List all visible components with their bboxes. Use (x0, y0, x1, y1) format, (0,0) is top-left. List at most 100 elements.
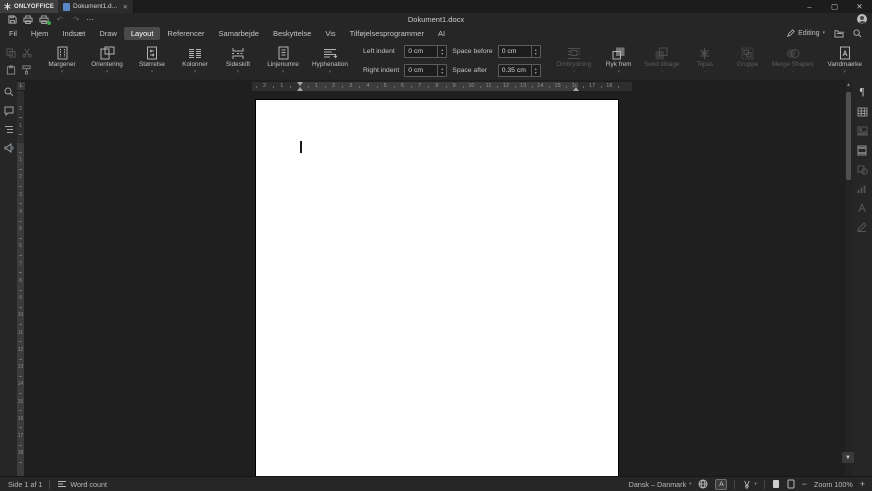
document-language-button[interactable] (698, 479, 708, 489)
chart-settings-button[interactable] (857, 184, 867, 194)
ribbon-layout: Margener ˅ Orientering ˅ Størrelse ˅ Kol… (0, 40, 872, 82)
document-page[interactable] (256, 100, 618, 476)
paragraph-settings-button[interactable]: ¶ (860, 88, 865, 98)
sidebar-search-button[interactable] (4, 87, 14, 97)
margins-button[interactable]: Margener ˅ (41, 42, 83, 80)
ruler-number: 8 (17, 278, 24, 284)
vertical-ruler[interactable]: 12345678910111213141516171821 (17, 91, 24, 476)
shape-settings-button[interactable] (857, 165, 868, 175)
spell-check-toggle[interactable]: A (715, 479, 727, 490)
orientation-button[interactable]: Orientering ˅ (84, 42, 130, 80)
fit-page-button[interactable] (772, 479, 780, 489)
menu-tab-ai[interactable]: AI (431, 27, 452, 40)
vertical-scrollbar[interactable]: ▲ ▼ (845, 80, 852, 476)
editing-mode-button[interactable]: Editing ▾ (787, 29, 825, 37)
menu-tab-draw[interactable]: Draw (92, 27, 124, 40)
sidebar-feedback-button[interactable] (4, 143, 14, 153)
sidebar-navigation-button[interactable] (4, 125, 14, 134)
header-footer-settings-button[interactable] (857, 145, 867, 156)
menu-tab-indsaet[interactable]: Indsæt (55, 27, 92, 40)
menu-tab-samarbejde[interactable]: Samarbejde (212, 27, 266, 40)
hyphenation-button[interactable]: Hyphenation ˅ (307, 42, 353, 80)
minimize-button[interactable]: – (797, 0, 822, 13)
align-button[interactable]: Tilpas ˅ (684, 42, 726, 80)
space-before-spinner[interactable]: ▴▾ (531, 46, 540, 57)
space-before-label: Space before (452, 48, 492, 55)
scrollbar-thumb[interactable] (846, 92, 851, 180)
left-indent-field[interactable]: 0 cm ▴▾ (404, 45, 447, 58)
zoom-in-button[interactable]: + (860, 480, 865, 489)
paste-icon (6, 65, 16, 75)
ruler-number: 5 (17, 226, 24, 232)
columns-button[interactable]: Kolonner ˅ (174, 42, 216, 80)
space-after-field[interactable]: 0.35 cm ▴▾ (498, 64, 541, 77)
redo-button[interactable]: ↷ (68, 14, 84, 26)
menu-tab-hjem[interactable]: Hjem (24, 27, 56, 40)
first-line-indent-marker[interactable] (297, 82, 303, 86)
merge-shapes-button[interactable]: Merge Shapes ˅ (770, 42, 816, 80)
save-button[interactable] (4, 14, 20, 26)
right-indent-field[interactable]: 0 cm ▴▾ (404, 64, 447, 77)
menu-tab-tilfojelsesprogrammer[interactable]: Tilføjelsesprogrammer (343, 27, 431, 40)
tab-close-icon[interactable]: ✕ (123, 3, 128, 11)
textart-settings-button[interactable] (857, 203, 867, 213)
right-indent-spinner[interactable]: ▴▾ (437, 65, 446, 76)
menu-tab-referencer[interactable]: Referencer (160, 27, 211, 40)
image-settings-button[interactable] (857, 126, 868, 136)
page-indicator[interactable]: Side 1 af 1 (8, 480, 42, 489)
ruler-tick (19, 324, 22, 325)
ruler-number: 9 (453, 83, 456, 89)
size-button[interactable]: Størrelse ˅ (131, 42, 173, 80)
zoom-level-label[interactable]: Zoom 100% (814, 480, 853, 489)
next-page-button[interactable]: ▼ (842, 452, 854, 463)
merge-shapes-icon (786, 47, 800, 60)
page-break-button[interactable]: Sideskift ˅ (217, 42, 259, 80)
maximize-button[interactable]: ▢ (822, 0, 847, 13)
menu-tab-layout[interactable]: Layout (124, 27, 161, 40)
format-painter-button[interactable] (19, 62, 34, 77)
left-indent-spinner[interactable]: ▴▾ (437, 46, 446, 57)
menu-tab-beskyttelse[interactable]: Beskyttelse (266, 27, 318, 40)
ruler-number: 7 (418, 83, 421, 89)
wrapping-button[interactable]: Ombrydning ˅ (551, 42, 597, 80)
word-count-button[interactable]: Word count (57, 480, 107, 489)
close-button[interactable]: ✕ (847, 0, 872, 13)
group-button[interactable]: Gruppe ˅ (727, 42, 769, 80)
left-indent-marker[interactable] (297, 87, 303, 91)
space-after-spinner[interactable]: ▴▾ (531, 65, 540, 76)
copy-button[interactable] (3, 45, 18, 60)
signature-settings-button[interactable] (857, 222, 867, 232)
document-tab[interactable]: Dokument1.d... ✕ (58, 0, 134, 13)
paste-button[interactable] (3, 62, 18, 77)
customize-toolbar-button[interactable]: ⋯ (86, 15, 95, 24)
ruler-number: 6 (401, 83, 404, 89)
menu-tab-vis[interactable]: Vis (318, 27, 342, 40)
search-button[interactable] (853, 29, 862, 38)
quick-print-button[interactable] (36, 14, 52, 26)
user-avatar[interactable] (857, 14, 867, 24)
document-canvas[interactable]: 12345678910111213141516171821 (25, 80, 845, 476)
space-before-field[interactable]: 0 cm ▴▾ (498, 45, 541, 58)
ruler-tick (19, 117, 22, 118)
language-selector[interactable]: Dansk – Danmark ▾ (629, 480, 692, 489)
send-backward-button[interactable]: Send tilbage ˅ (641, 42, 683, 80)
fit-width-button[interactable] (787, 479, 795, 489)
undo-button[interactable]: ↶ (52, 14, 68, 26)
watermark-button[interactable]: Vandmærke ˅ (822, 42, 868, 80)
app-logo[interactable]: ONLYOFFICE (0, 0, 58, 13)
vertical-ruler-column: L 12345678910111213141516171821 (17, 80, 25, 476)
sidebar-comments-button[interactable] (4, 106, 14, 116)
tab-stop-selector[interactable]: L (17, 82, 25, 90)
table-settings-button[interactable] (857, 107, 868, 117)
zoom-out-button[interactable]: − (802, 480, 807, 489)
ruler-number: 15 (555, 83, 561, 89)
line-numbers-button[interactable]: Linjenumre ˅ (260, 42, 306, 80)
open-file-location-button[interactable] (834, 29, 844, 38)
horizontal-ruler[interactable]: 12345678910111213141516171821 (252, 82, 632, 91)
review-display-button[interactable]: ▾ (742, 480, 756, 489)
menu-tab-fil[interactable]: Fil (2, 27, 24, 40)
ruler-tick (273, 86, 274, 88)
cut-button[interactable] (19, 45, 34, 60)
scroll-up-button[interactable]: ▲ (845, 82, 852, 88)
print-button[interactable] (20, 14, 36, 26)
